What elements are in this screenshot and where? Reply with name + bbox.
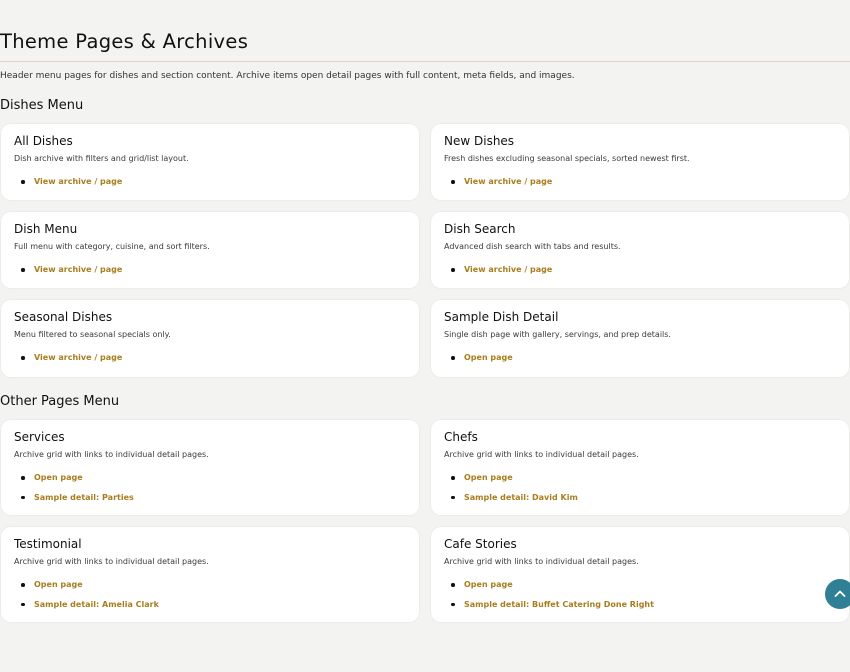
sample-detail-link[interactable]: Sample detail: Amelia Clark xyxy=(34,600,159,609)
card-links: Open page Sample detail: David Kim xyxy=(451,473,578,512)
open-page-link[interactable]: Open page xyxy=(34,580,83,589)
view-archive-link[interactable]: View archive / page xyxy=(464,265,552,274)
sample-detail-link[interactable]: Sample detail: David Kim xyxy=(464,493,578,502)
link-item: Open page xyxy=(21,473,134,493)
card-dish-search: Dish Search Advanced dish search with ta… xyxy=(431,212,849,288)
card-dish-menu: Dish Menu Full menu with category, cuisi… xyxy=(1,212,419,288)
card-title: Cafe Stories xyxy=(444,537,517,551)
card-title: Sample Dish Detail xyxy=(444,310,559,324)
section-title-other-pages: Other Pages Menu xyxy=(0,394,120,409)
scroll-to-top-button[interactable] xyxy=(825,579,850,609)
link-item: Open page xyxy=(451,580,654,600)
open-page-link[interactable]: Open page xyxy=(34,473,83,482)
card-seasonal-dishes: Seasonal Dishes Menu filtered to seasona… xyxy=(1,300,419,377)
card-testimonial: Testimonial Archive grid with links to i… xyxy=(1,527,419,622)
link-item: View archive / page xyxy=(21,353,122,373)
card-services: Services Archive grid with links to indi… xyxy=(1,420,419,515)
card-description: Archive grid with links to individual de… xyxy=(444,450,639,459)
card-title: Chefs xyxy=(444,430,478,444)
card-description: Advanced dish search with tabs and resul… xyxy=(444,242,621,251)
card-title: Seasonal Dishes xyxy=(14,310,113,324)
link-item: Sample detail: David Kim xyxy=(451,493,578,513)
card-title: Services xyxy=(14,430,65,444)
chevron-up-icon xyxy=(834,590,846,597)
card-title: Testimonial xyxy=(14,537,82,551)
card-title: New Dishes xyxy=(444,134,515,148)
open-page-link[interactable]: Open page xyxy=(464,580,513,589)
card-links: Open page Sample detail: Parties xyxy=(21,473,134,512)
view-archive-link[interactable]: View archive / page xyxy=(34,353,122,362)
card-description: Archive grid with links to individual de… xyxy=(14,450,209,459)
card-links: View archive / page xyxy=(451,177,552,197)
link-item: Open page xyxy=(21,580,159,600)
card-title: All Dishes xyxy=(14,134,73,148)
open-page-link[interactable]: Open page xyxy=(464,473,513,482)
open-page-link[interactable]: Open page xyxy=(464,353,513,362)
link-item: Sample detail: Amelia Clark xyxy=(21,600,159,620)
view-archive-link[interactable]: View archive / page xyxy=(34,177,122,186)
link-item: View archive / page xyxy=(451,177,552,197)
link-item: Open page xyxy=(451,473,578,493)
card-description: Dish archive with filters and grid/list … xyxy=(14,154,189,163)
card-description: Archive grid with links to individual de… xyxy=(444,557,639,566)
card-chefs: Chefs Archive grid with links to individ… xyxy=(431,420,849,515)
section-title-dishes: Dishes Menu xyxy=(0,98,84,113)
link-item: View archive / page xyxy=(21,265,122,285)
card-description: Archive grid with links to individual de… xyxy=(14,557,209,566)
link-item: View archive / page xyxy=(21,177,122,197)
title-divider xyxy=(0,61,850,62)
card-links: Open page xyxy=(451,353,513,373)
card-links: View archive / page xyxy=(21,353,122,373)
view-archive-link[interactable]: View archive / page xyxy=(464,177,552,186)
card-cafe-stories: Cafe Stories Archive grid with links to … xyxy=(431,527,849,622)
card-all-dishes: All Dishes Dish archive with filters and… xyxy=(1,124,419,200)
card-description: Fresh dishes excluding seasonal specials… xyxy=(444,154,690,163)
page: Theme Pages & Archives Header menu pages… xyxy=(0,0,850,672)
card-description: Full menu with category, cuisine, and so… xyxy=(14,242,210,251)
card-description: Single dish page with gallery, servings,… xyxy=(444,330,671,339)
card-new-dishes: New Dishes Fresh dishes excluding season… xyxy=(431,124,849,200)
card-links: Open page Sample detail: Buffet Catering… xyxy=(451,580,654,619)
card-description: Menu filtered to seasonal specials only. xyxy=(14,330,171,339)
link-item: Sample detail: Parties xyxy=(21,493,134,513)
card-title: Dish Menu xyxy=(14,222,78,236)
card-links: Open page Sample detail: Amelia Clark xyxy=(21,580,159,619)
card-links: View archive / page xyxy=(21,177,122,197)
card-links: View archive / page xyxy=(451,265,552,285)
link-item: Sample detail: Buffet Catering Done Righ… xyxy=(451,600,654,620)
link-item: Open page xyxy=(451,353,513,373)
link-item: View archive / page xyxy=(451,265,552,285)
card-links: View archive / page xyxy=(21,265,122,285)
card-title: Dish Search xyxy=(444,222,516,236)
view-archive-link[interactable]: View archive / page xyxy=(34,265,122,274)
intro-text: Header menu pages for dishes and section… xyxy=(0,71,575,81)
card-sample-dish-detail: Sample Dish Detail Single dish page with… xyxy=(431,300,849,377)
sample-detail-link[interactable]: Sample detail: Parties xyxy=(34,493,134,502)
sample-detail-link[interactable]: Sample detail: Buffet Catering Done Righ… xyxy=(464,600,654,609)
page-title: Theme Pages & Archives xyxy=(0,30,249,53)
